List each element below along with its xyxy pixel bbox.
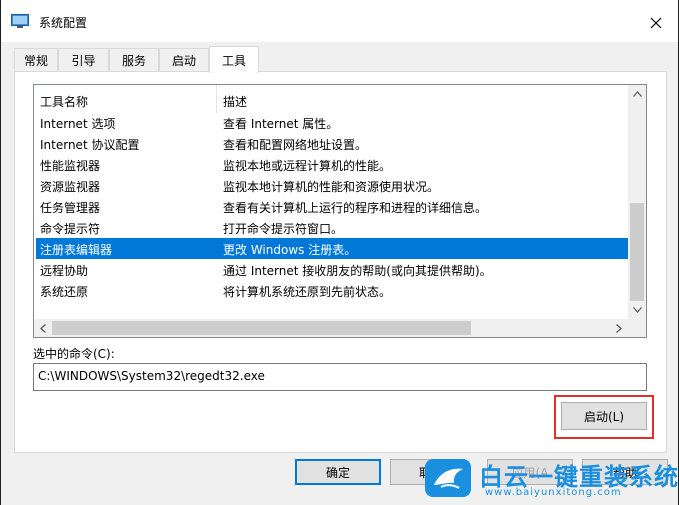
launch-button[interactable]: 启动(L) (561, 402, 647, 430)
tool-name: 资源监视器 (40, 180, 101, 194)
watermark-site: www.baiyunxitong.com (485, 487, 622, 498)
column-header-description[interactable]: 描述 (223, 93, 247, 110)
tool-description: 查看和配置网络地址设置。 (223, 138, 368, 152)
tool-name: 任务管理器 (40, 201, 101, 215)
tab-general[interactable]: 常规 (14, 48, 58, 72)
scroll-up-button[interactable] (628, 85, 646, 103)
list-item[interactable]: 任务管理器 查看有关计算机上运行的程序和进程的详细信息。 (36, 196, 628, 217)
tab-services[interactable]: 服务 (109, 48, 159, 72)
tool-description: 监视本地或远程计算机的性能。 (223, 159, 392, 173)
tab-label: 服务 (121, 54, 146, 68)
tool-name: Internet 协议配置 (40, 138, 140, 152)
tools-list[interactable]: 工具名称 描述 Internet 选项 查看 Internet 属性。 Inter… (33, 84, 647, 338)
tool-name: 注册表编辑器 (40, 243, 113, 257)
tool-name: 性能监视器 (40, 159, 101, 173)
tab-tools[interactable]: 工具 (209, 46, 259, 73)
scroll-corner (628, 319, 646, 337)
selected-command-label: 选中的命令(C): (33, 347, 115, 361)
tool-description: 查看有关计算机上运行的程序和进程的详细信息。 (223, 201, 488, 215)
list-item[interactable]: Internet 选项 查看 Internet 属性。 (36, 112, 628, 133)
list-item[interactable]: 性能监视器 监视本地或远程计算机的性能。 (36, 154, 628, 175)
list-item[interactable]: Internet 协议配置 查看和配置网络地址设置。 (36, 133, 628, 154)
list-item[interactable]: 资源监视器 监视本地计算机的性能和资源使用状况。 (36, 175, 628, 196)
selected-command-field[interactable]: C:\WINDOWS\System32\regedt32.exe (33, 363, 647, 391)
tool-name: 命令提示符 (40, 222, 101, 236)
bird-logo-icon (425, 459, 471, 497)
tab-label: 工具 (221, 53, 246, 68)
list-item[interactable]: 远程协助 通过 Internet 接收朋友的帮助(或向其提供帮助)。 (36, 259, 628, 280)
list-item[interactable]: 系统还原 将计算机系统还原到先前状态。 (36, 280, 628, 301)
column-header-tool-name[interactable]: 工具名称 (40, 93, 88, 110)
scroll-down-button[interactable] (628, 301, 646, 319)
window-title: 系统配置 (39, 16, 88, 30)
ok-button[interactable]: 确定 (295, 459, 381, 485)
close-icon (650, 17, 662, 29)
system-config-window: 系统配置 常规 引导 服务 启动 工具 工具名称 描述 Internet 选项查… (0, 0, 679, 505)
tab-label: 引导 (71, 54, 96, 68)
list-item-selected[interactable]: 注册表编辑器 更改 Windows 注册表。 (36, 238, 628, 259)
vertical-scrollbar[interactable] (628, 85, 646, 319)
title-bar[interactable]: 系统配置 (1, 0, 678, 42)
tool-description: 打开命令提示符窗口。 (223, 222, 344, 236)
column-divider[interactable] (216, 85, 217, 113)
tool-description: 将计算机系统还原到先前状态。 (223, 285, 392, 299)
tab-startup[interactable]: 启动 (159, 48, 209, 72)
tool-description: 更改 Windows 注册表。 (223, 243, 357, 257)
chevron-right-icon (616, 323, 622, 333)
list-item[interactable]: 命令提示符 打开命令提示符窗口。 (36, 217, 628, 238)
tab-label: 启动 (171, 54, 196, 68)
scroll-left-button[interactable] (34, 319, 52, 337)
scroll-right-button[interactable] (610, 319, 628, 337)
tool-description: 监视本地计算机的性能和资源使用状况。 (223, 180, 440, 194)
tab-label: 常规 (23, 54, 48, 68)
tool-name: 系统还原 (40, 285, 89, 299)
horizontal-scroll-thumb[interactable] (52, 321, 471, 335)
chevron-up-icon (632, 91, 642, 97)
tab-strip: 常规 引导 服务 启动 工具 (1, 42, 678, 73)
tool-description: 查看 Internet 属性。 (223, 117, 339, 131)
tool-description: 通过 Internet 接收朋友的帮助(或向其提供帮助)。 (223, 264, 492, 278)
vertical-scroll-thumb[interactable] (630, 203, 644, 301)
tab-boot[interactable]: 引导 (58, 48, 109, 72)
list-header: 工具名称 描述 (34, 85, 628, 115)
app-icon (11, 14, 29, 28)
horizontal-scrollbar[interactable] (34, 319, 646, 337)
watermark: 白云一键重装系统 www.baiyunxitong.com (419, 455, 678, 505)
close-button[interactable] (641, 11, 671, 35)
tool-name: 远程协助 (40, 264, 89, 278)
tool-name: Internet 选项 (40, 117, 116, 131)
chevron-left-icon (40, 323, 46, 333)
chevron-down-icon (632, 307, 642, 313)
